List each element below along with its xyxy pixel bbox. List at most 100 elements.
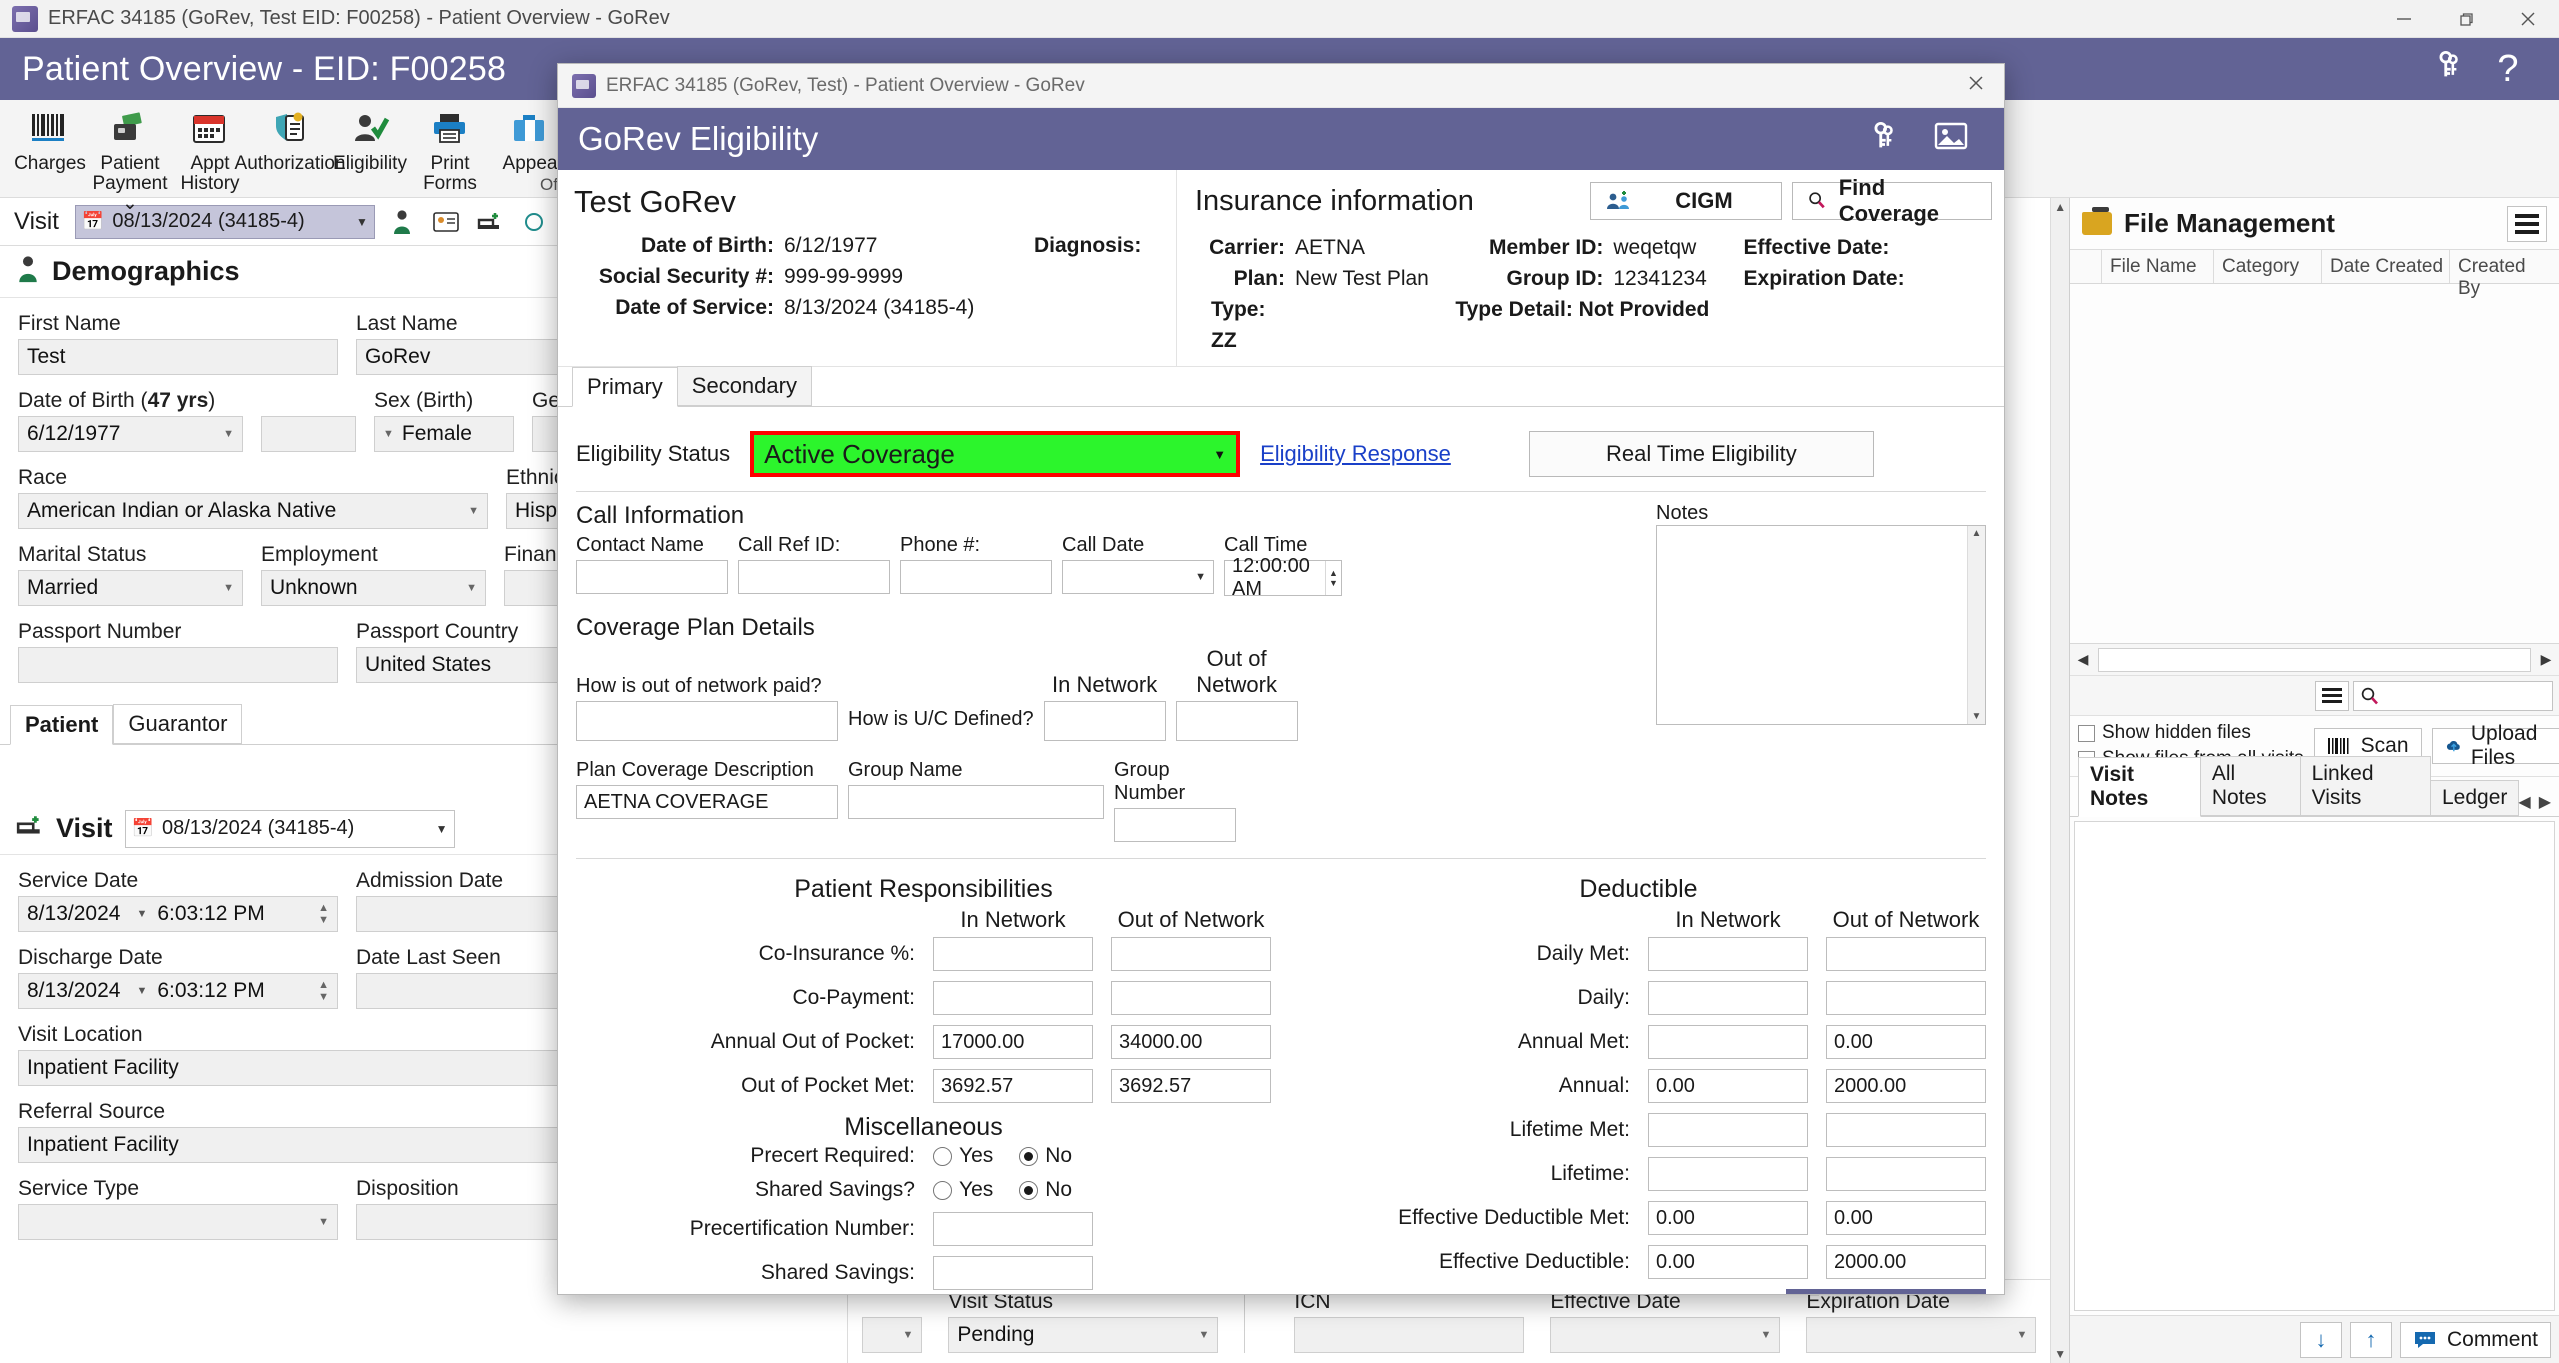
pr-out-of-network-input[interactable] (1111, 937, 1271, 971)
pr-out-of-network-input[interactable] (1111, 981, 1271, 1015)
call-ref-id-input[interactable] (738, 560, 890, 594)
arrow-down-icon[interactable]: ↓ (2299, 1321, 2342, 1358)
column-created-by[interactable]: Created By (2450, 250, 2559, 299)
notes-scrollbar[interactable]: ▲ ▼ (1967, 526, 1985, 724)
group-name-input[interactable] (848, 785, 1104, 819)
visit-status-select[interactable]: Pending ▼ (948, 1317, 1219, 1353)
file-grid-body[interactable] (2070, 284, 2559, 644)
ded-out-of-network-input[interactable]: 2000.00 (1826, 1245, 1986, 1279)
keys-icon[interactable] (1852, 119, 1918, 159)
tabs-next-icon[interactable]: ▶ (2539, 792, 2551, 812)
patient-icon[interactable] (385, 205, 419, 239)
ded-in-network-input[interactable]: 0.00 (1648, 1201, 1808, 1235)
main-vertical-scrollbar[interactable]: ▲ ▼ (2050, 198, 2069, 1363)
help-icon[interactable]: ? (2479, 48, 2537, 91)
find-coverage-button[interactable]: Find Coverage (1792, 175, 1992, 226)
precert-required-no-radio[interactable]: No (1019, 1144, 1072, 1168)
real-time-eligibility-button[interactable]: Real Time Eligibility (1528, 431, 1874, 477)
tab-patient[interactable]: Patient (10, 705, 114, 745)
tab-visit-notes[interactable]: Visit Notes (2078, 757, 2201, 817)
phone-input[interactable] (900, 560, 1052, 594)
notes-content-area[interactable] (2074, 821, 2555, 1311)
file-filter-menu-button[interactable] (2315, 680, 2349, 711)
pr-in-network-input[interactable] (933, 937, 1093, 971)
spinner-icon[interactable]: ▲ ▼ (1325, 561, 1341, 595)
passport-number-input[interactable] (18, 647, 338, 683)
scroll-up-icon[interactable]: ▲ (1972, 528, 1982, 539)
expiration-date-input[interactable]: ▼ (1806, 1317, 2037, 1353)
cigm-button[interactable]: CIGM (1590, 182, 1782, 220)
eligibility-status-select[interactable]: Active Coverage ▼ (750, 431, 1241, 477)
pr-out-of-network-input[interactable]: 34000.00 (1111, 1025, 1271, 1059)
call-date-input[interactable]: ▼ (1062, 560, 1214, 594)
tab-primary[interactable]: Primary (572, 367, 678, 407)
ded-out-of-network-input[interactable]: 0.00 (1826, 1201, 1986, 1235)
upload-files-button[interactable]: Upload Files (2431, 722, 2559, 769)
ded-out-of-network-input[interactable] (1826, 1157, 1986, 1191)
scroll-up-icon[interactable]: ▲ (2054, 200, 2066, 214)
tab-guarantor[interactable]: Guarantor (113, 704, 243, 744)
scroll-down-icon[interactable]: ▼ (2054, 1347, 2066, 1361)
ribbon-item-patient-payment[interactable]: Patient Payment ⌄ (90, 106, 170, 214)
scroll-down-icon[interactable]: ▼ (1972, 711, 1982, 722)
uc-out-of-network-input[interactable] (1175, 701, 1298, 741)
ded-in-network-input[interactable] (1648, 1113, 1808, 1147)
tabs-prev-icon[interactable]: ◀ (2518, 792, 2530, 812)
unknown-select[interactable]: ▼ (862, 1317, 923, 1353)
contact-name-input[interactable] (576, 560, 728, 594)
file-grid-hscrollbar[interactable]: ◀ ▶ (2070, 644, 2559, 676)
sex-birth-select[interactable]: ▼ Female (374, 416, 514, 452)
effective-date-input[interactable]: ▼ (1550, 1317, 1781, 1353)
restore-button[interactable] (2435, 0, 2497, 38)
ded-in-network-input[interactable]: 0.00 (1648, 1245, 1808, 1279)
ded-out-of-network-input[interactable] (1826, 981, 1986, 1015)
ded-in-network-input[interactable] (1648, 937, 1808, 971)
shared-savings-yes-radio[interactable]: Yes (933, 1178, 993, 1202)
file-search-input[interactable] (2353, 680, 2553, 711)
pr-out-of-network-input[interactable]: 3692.57 (1111, 1069, 1271, 1103)
save-changes-button[interactable]: Save Changes (1786, 1289, 1986, 1294)
service-type-select[interactable]: ▼ (18, 1204, 338, 1240)
pr-in-network-input[interactable]: 17000.00 (933, 1025, 1093, 1059)
eligibility-response-link[interactable]: Eligibility Response (1260, 441, 1451, 467)
arrow-up-icon[interactable]: ↑ (2349, 1321, 2392, 1358)
discharge-date-input[interactable]: 8/13/2024 ▼ 6:03:12 PM ▲ ▼ (18, 973, 338, 1009)
spinner-icon[interactable]: ▲ ▼ (318, 902, 329, 926)
ribbon-item-eligibility[interactable]: Eligibility (330, 106, 410, 174)
ded-in-network-input[interactable] (1648, 1157, 1808, 1191)
shared-savings-input[interactable] (933, 1256, 1093, 1290)
marital-status-select[interactable]: Married ▼ (18, 570, 243, 606)
first-name-input[interactable]: Test (18, 339, 338, 375)
icn-input[interactable] (1294, 1317, 1525, 1353)
ribbon-item-appt-history[interactable]: Appt History (170, 106, 250, 194)
tab-secondary[interactable]: Secondary (676, 366, 812, 406)
more-icon[interactable] (517, 205, 551, 239)
ribbon-item-authorization[interactable]: Authorization (235, 106, 345, 174)
tab-linked-visits[interactable]: Linked Visits (2299, 756, 2431, 816)
bed-add-icon[interactable] (473, 205, 507, 239)
pr-in-network-input[interactable] (933, 981, 1093, 1015)
dob-extra-input[interactable] (261, 416, 356, 452)
service-date-input[interactable]: 8/13/2024 ▼ 6:03:12 PM ▲ ▼ (18, 896, 338, 932)
out-of-network-paid-input[interactable] (576, 701, 838, 741)
group-number-input[interactable] (1114, 808, 1236, 842)
file-management-menu-button[interactable] (2507, 205, 2547, 242)
scroll-thumb[interactable] (2098, 647, 2531, 672)
uc-in-network-input[interactable] (1043, 701, 1166, 741)
ded-out-of-network-input[interactable] (1826, 937, 1986, 971)
precertification-number-input[interactable] (933, 1212, 1093, 1246)
tab-all-notes[interactable]: All Notes (2199, 756, 2301, 816)
close-button[interactable] (2497, 0, 2559, 38)
dialog-close-button[interactable] (1948, 72, 2004, 100)
id-card-icon[interactable] (429, 205, 463, 239)
ribbon-item-print-forms[interactable]: Print Forms (410, 106, 490, 194)
ribbon-item-charges[interactable]: Charges (10, 106, 90, 174)
plan-coverage-description-input[interactable]: AETNA COVERAGE (576, 785, 838, 819)
shared-savings-no-radio[interactable]: No (1019, 1178, 1072, 1202)
scroll-right-icon[interactable]: ▶ (2533, 651, 2559, 668)
show-hidden-files-checkbox[interactable]: Show hidden files (2078, 722, 2304, 744)
tab-ledger[interactable]: Ledger (2429, 780, 2520, 816)
employment-select[interactable]: Unknown ▼ (261, 570, 486, 606)
ded-in-network-input[interactable] (1648, 1025, 1808, 1059)
pr-in-network-input[interactable]: 3692.57 (933, 1069, 1093, 1103)
